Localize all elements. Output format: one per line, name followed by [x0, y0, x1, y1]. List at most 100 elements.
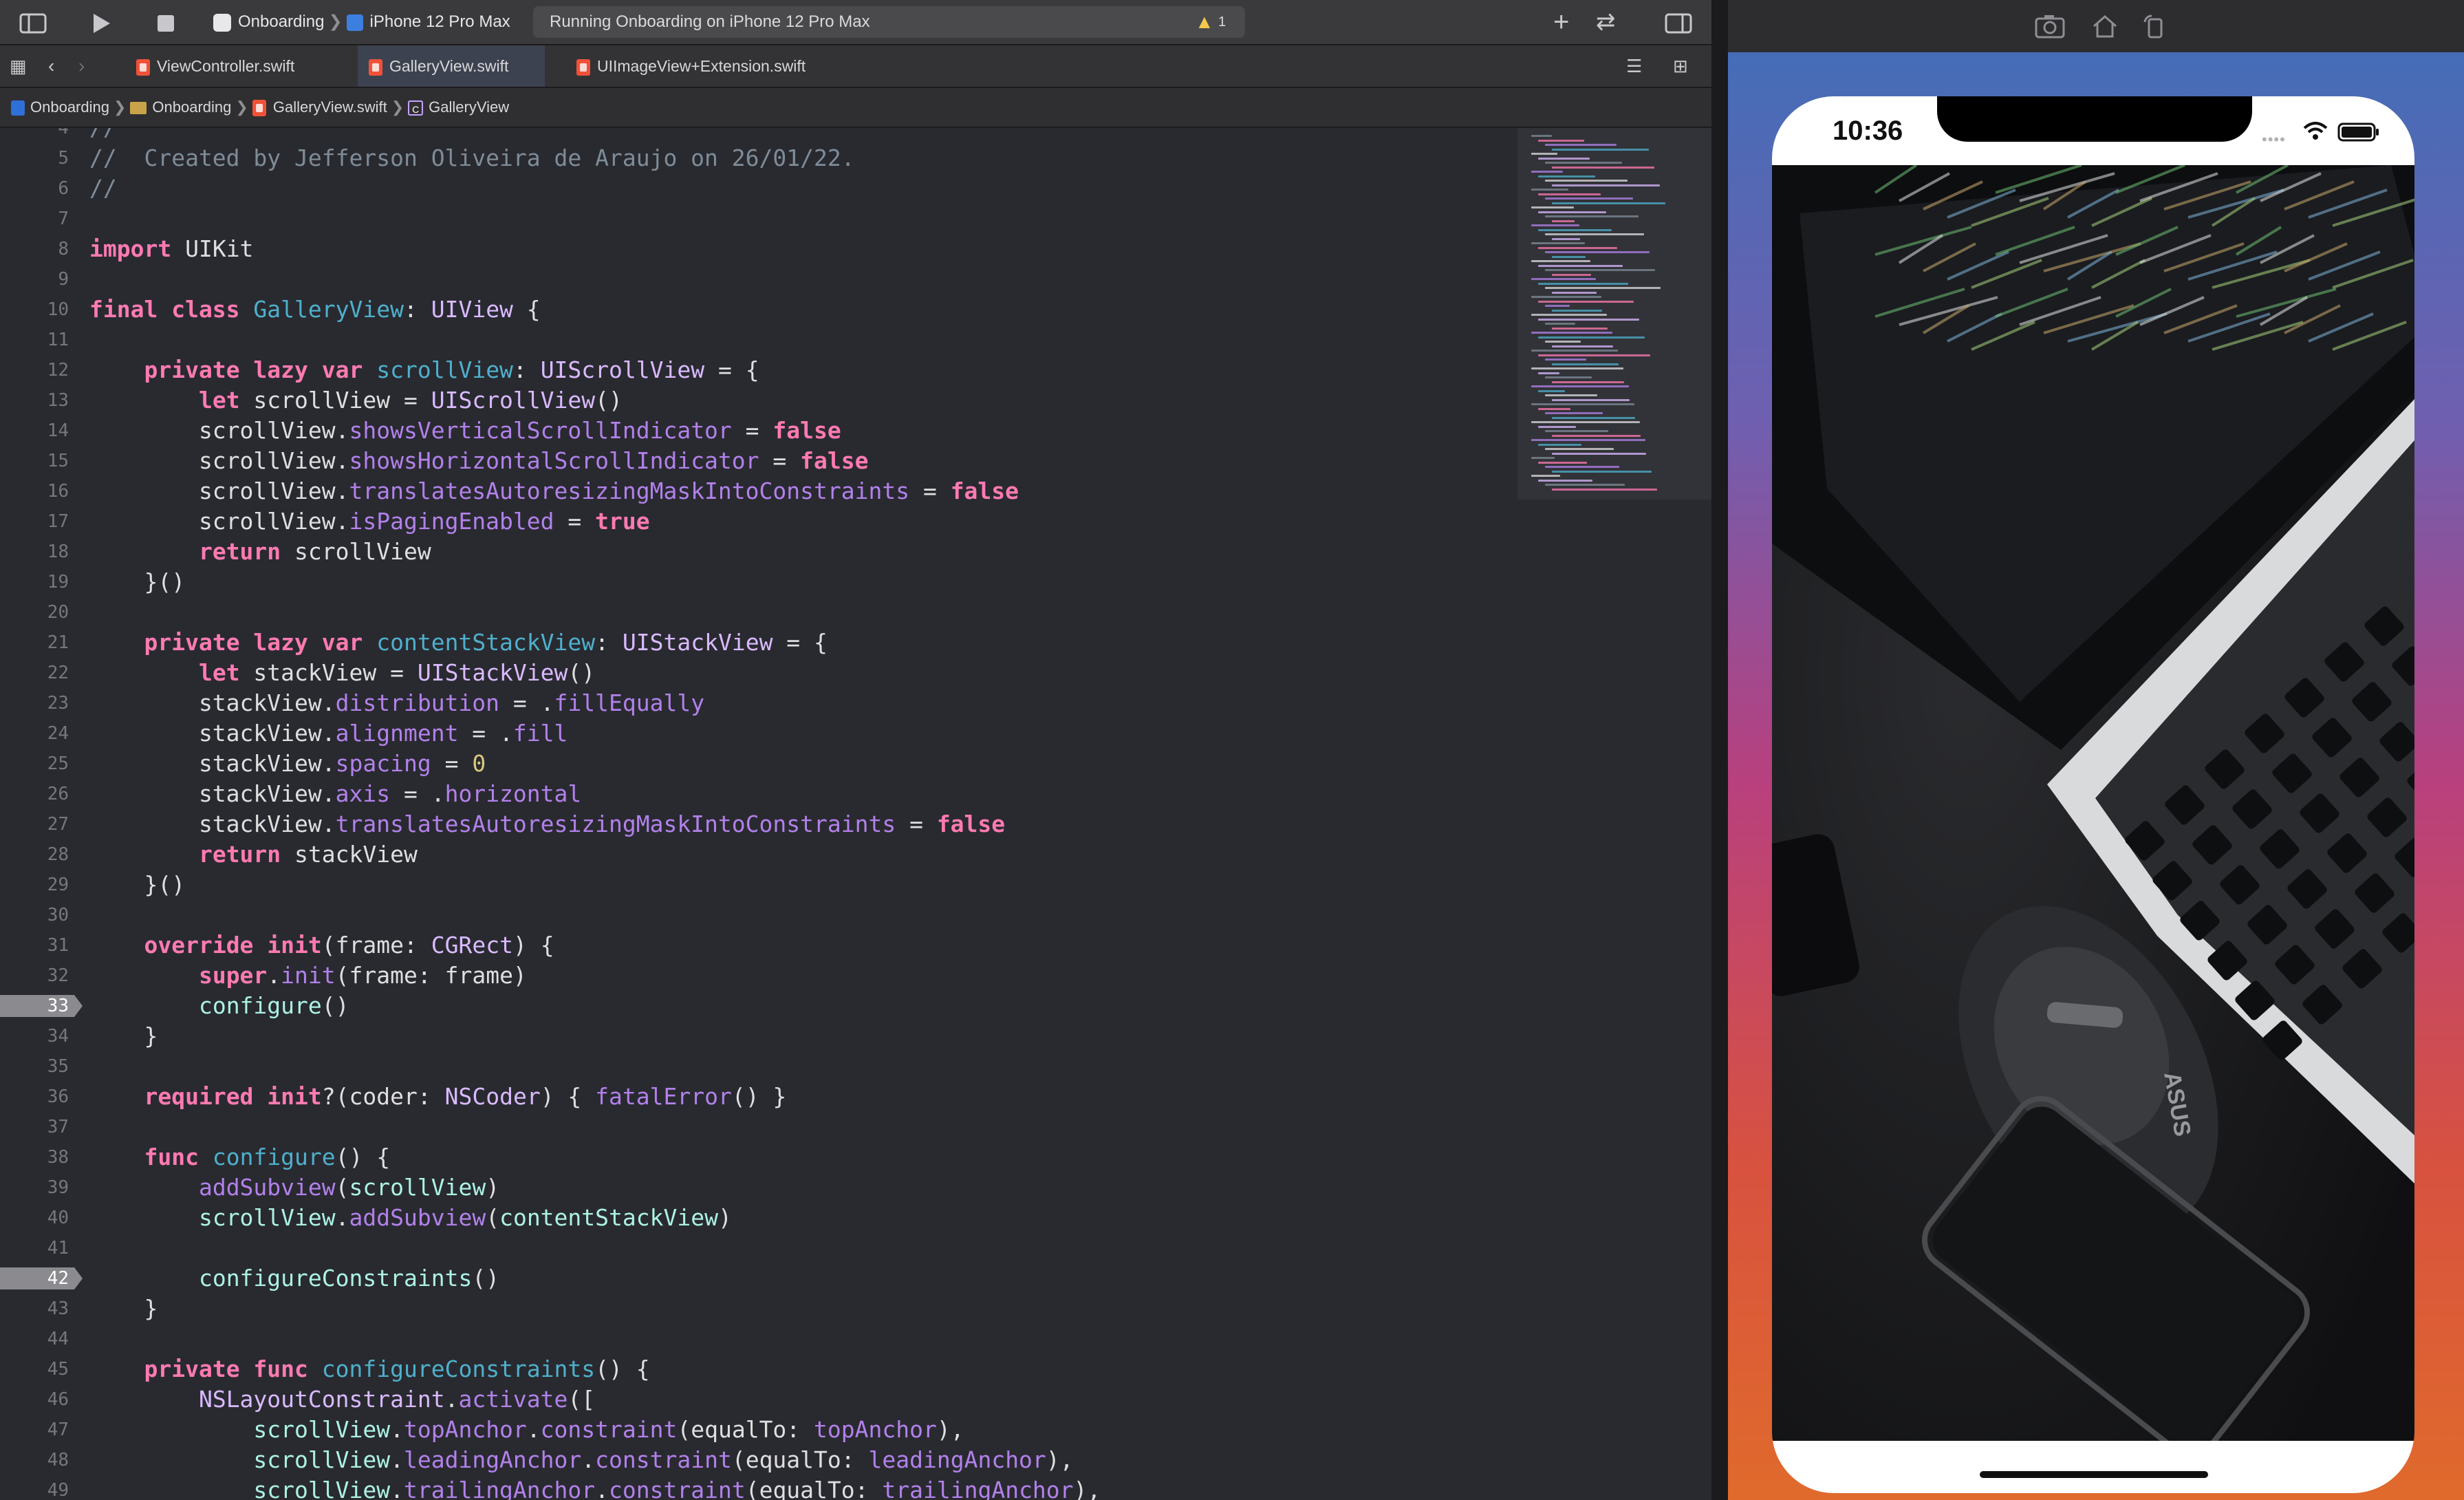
code-line[interactable]: 23 stackView.distribution = .fillEqually — [0, 688, 1513, 718]
code-line[interactable]: 49 scrollView.trailingAnchor.constraint(… — [0, 1475, 1513, 1500]
line-number[interactable]: 44 — [0, 1324, 69, 1354]
line-number[interactable]: 28 — [0, 839, 69, 870]
code-line[interactable]: 30 — [0, 900, 1513, 930]
line-number[interactable]: 17 — [0, 506, 69, 537]
code-line[interactable]: 32 super.init(frame: frame) — [0, 961, 1513, 991]
line-number[interactable]: 12 — [0, 355, 69, 385]
breadcrumb-project[interactable]: Onboarding — [30, 98, 109, 116]
line-number[interactable]: 38 — [0, 1142, 69, 1172]
line-number[interactable]: 16 — [0, 476, 69, 506]
screenshot-icon[interactable] — [2035, 14, 2065, 42]
add-icon[interactable]: + — [1553, 0, 1569, 44]
code-line[interactable]: 40 scrollView.addSubview(contentStackVie… — [0, 1203, 1513, 1233]
breadcrumb-file[interactable]: GalleryView.swift — [273, 98, 387, 116]
line-number[interactable]: 45 — [0, 1354, 69, 1384]
code-line[interactable]: 14 scrollView.showsVerticalScrollIndicat… — [0, 416, 1513, 446]
add-editor-icon[interactable]: ⊞ — [1673, 45, 1688, 87]
grid-icon[interactable]: ▦ — [10, 45, 27, 87]
line-number[interactable]: 20 — [0, 597, 69, 628]
line-number[interactable]: 8 — [0, 234, 69, 264]
code-line[interactable]: 47 scrollView.topAnchor.constraint(equal… — [0, 1415, 1513, 1445]
code-line[interactable]: 38 func configure() { — [0, 1142, 1513, 1172]
line-number[interactable]: 15 — [0, 446, 69, 476]
code-line[interactable]: 36 required init?(coder: NSCoder) { fata… — [0, 1082, 1513, 1112]
stop-icon[interactable] — [157, 0, 175, 44]
code-editor[interactable]: 4 // 5 // Created by Jefferson Oliveira de … — [0, 128, 1513, 1500]
line-number[interactable]: 49 — [0, 1475, 69, 1500]
code-line[interactable]: 20 — [0, 597, 1513, 628]
line-number[interactable]: 48 — [0, 1445, 69, 1475]
code-line[interactable]: 28 return stackView — [0, 839, 1513, 870]
code-line[interactable]: 7 — [0, 204, 1513, 234]
code-line[interactable]: 48 scrollView.leadingAnchor.constraint(e… — [0, 1445, 1513, 1475]
tab-uiimageview-extension[interactable]: UIImageView+Extension.swift — [576, 45, 865, 87]
code-line[interactable]: 39 addSubview(scrollView) — [0, 1172, 1513, 1203]
breadcrumb-symbol[interactable]: GalleryView — [429, 98, 509, 116]
code-line[interactable]: 18 return scrollView — [0, 537, 1513, 567]
line-number[interactable]: 4 — [0, 128, 69, 143]
line-number[interactable]: 30 — [0, 900, 69, 930]
code-line[interactable]: 13 let scrollView = UIScrollView() — [0, 385, 1513, 416]
code-line[interactable]: 41 — [0, 1233, 1513, 1263]
code-line[interactable]: 29 }() — [0, 870, 1513, 900]
code-line[interactable]: 31 override init(frame: CGRect) { — [0, 930, 1513, 961]
code-line[interactable]: 42 configureConstraints() — [0, 1263, 1513, 1294]
line-number[interactable]: 9 — [0, 264, 69, 294]
line-number[interactable]: 29 — [0, 870, 69, 900]
line-number[interactable]: 25 — [0, 749, 69, 779]
line-number[interactable]: 39 — [0, 1172, 69, 1203]
inspector-toggle-icon[interactable] — [1665, 0, 1692, 44]
line-number[interactable]: 10 — [0, 294, 69, 325]
code-line[interactable]: 19 }() — [0, 567, 1513, 597]
code-line[interactable]: 11 — [0, 325, 1513, 355]
code-line[interactable]: 26 stackView.axis = .horizontal — [0, 779, 1513, 809]
code-line[interactable]: 22 let stackView = UIStackView() — [0, 658, 1513, 688]
code-line[interactable]: 24 stackView.alignment = .fill — [0, 718, 1513, 749]
breadcrumb-folder[interactable]: Onboarding — [152, 98, 231, 116]
code-line[interactable]: 8 import UIKit — [0, 234, 1513, 264]
code-line[interactable]: 4 // — [0, 128, 1513, 143]
line-number[interactable]: 24 — [0, 718, 69, 749]
line-number[interactable]: 31 — [0, 930, 69, 961]
gallery-image[interactable]: ASUS — [1772, 165, 2414, 1441]
line-number[interactable]: 34 — [0, 1021, 69, 1051]
home-icon[interactable] — [2091, 14, 2119, 42]
scheme-selector[interactable]: Onboarding ❯ iPhone 12 Pro Max — [213, 0, 510, 44]
code-line[interactable]: 43 } — [0, 1294, 1513, 1324]
line-number[interactable]: 11 — [0, 325, 69, 355]
sidebar-toggle-icon[interactable] — [19, 0, 47, 44]
line-number[interactable]: 42 — [0, 1263, 69, 1294]
run-icon[interactable] — [91, 0, 111, 44]
line-number[interactable]: 40 — [0, 1203, 69, 1233]
line-number[interactable]: 35 — [0, 1051, 69, 1082]
tab-galleryview[interactable]: GalleryView.swift — [358, 45, 545, 87]
forward-arrow-icon[interactable]: › — [78, 45, 85, 87]
code-line[interactable]: 6 // — [0, 173, 1513, 204]
line-number[interactable]: 7 — [0, 204, 69, 234]
line-number[interactable]: 26 — [0, 779, 69, 809]
line-number[interactable]: 37 — [0, 1112, 69, 1142]
minimap[interactable] — [1517, 128, 1711, 500]
line-number[interactable]: 47 — [0, 1415, 69, 1445]
line-number[interactable]: 13 — [0, 385, 69, 416]
code-line[interactable]: 12 private lazy var scrollView: UIScroll… — [0, 355, 1513, 385]
line-number[interactable]: 22 — [0, 658, 69, 688]
iphone-screen[interactable]: 10:36 •••• ASUS — [1772, 96, 2414, 1493]
line-number[interactable]: 18 — [0, 537, 69, 567]
code-line[interactable]: 9 — [0, 264, 1513, 294]
line-number[interactable]: 32 — [0, 961, 69, 991]
code-line[interactable]: 33 configure() — [0, 991, 1513, 1021]
line-number[interactable]: 43 — [0, 1294, 69, 1324]
code-line[interactable]: 44 — [0, 1324, 1513, 1354]
line-number[interactable]: 41 — [0, 1233, 69, 1263]
line-number[interactable]: 23 — [0, 688, 69, 718]
line-number[interactable]: 5 — [0, 143, 69, 173]
back-arrow-icon[interactable]: ‹ — [48, 45, 54, 87]
code-line[interactable]: 21 private lazy var contentStackView: UI… — [0, 628, 1513, 658]
warning-icon[interactable]: ▲ — [1195, 6, 1214, 38]
home-indicator[interactable] — [1980, 1471, 2208, 1478]
line-number[interactable]: 14 — [0, 416, 69, 446]
editor-options-icon[interactable]: ☰ — [1626, 45, 1642, 87]
code-review-icon[interactable]: ⇄ — [1596, 0, 1616, 44]
code-line[interactable]: 46 NSLayoutConstraint.activate([ — [0, 1384, 1513, 1415]
